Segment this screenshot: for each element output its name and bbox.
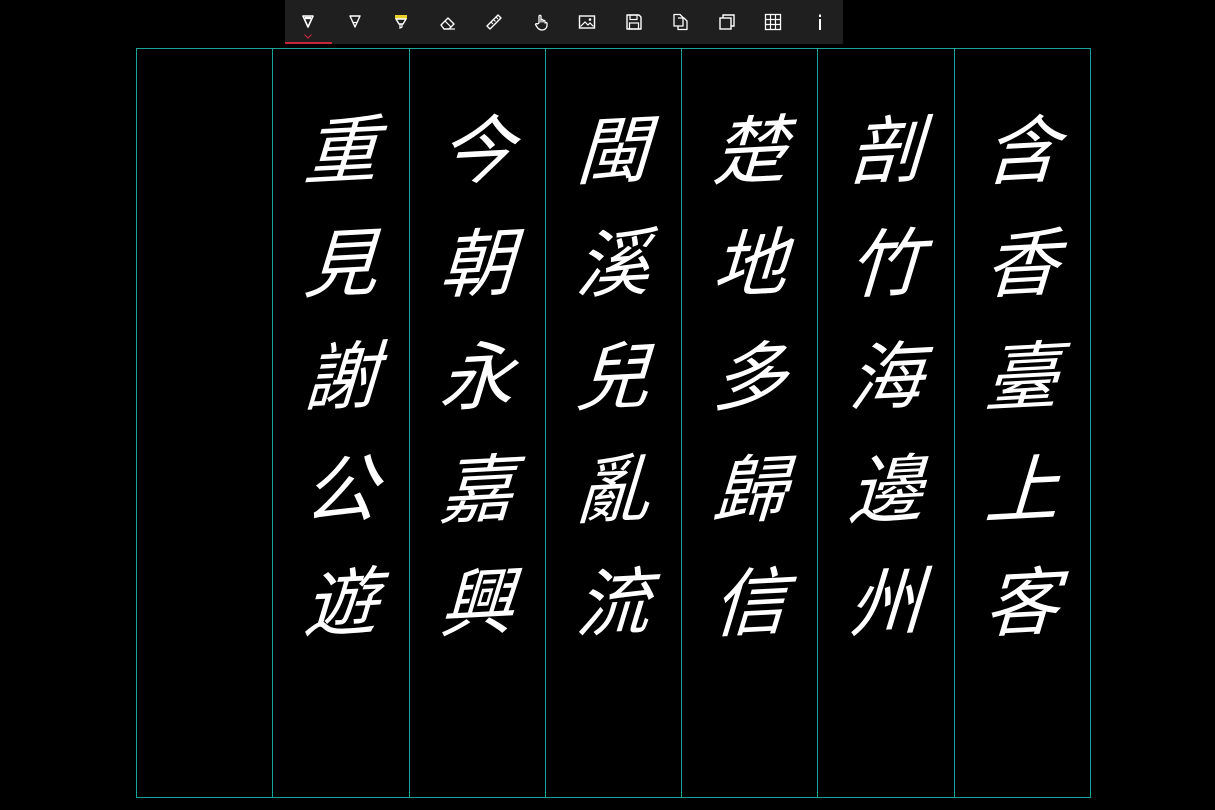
calligraphy-character: 謝 bbox=[301, 333, 381, 423]
paper-column: 今 朝 永 嘉 興 bbox=[408, 49, 545, 797]
calligraphy-character: 遊 bbox=[301, 559, 381, 649]
pen-icon bbox=[298, 12, 318, 32]
calligraphy-character: 客 bbox=[982, 559, 1062, 649]
calligraphy-character: 流 bbox=[574, 559, 653, 649]
paper-column: 楚 地 多 歸 信 bbox=[681, 49, 817, 797]
info-icon bbox=[810, 12, 830, 32]
calligraphy-character: 竹 bbox=[846, 220, 926, 310]
calligraphy-character: 嘉 bbox=[437, 446, 517, 536]
info-tool-button[interactable] bbox=[797, 0, 844, 44]
calligraphy-character: 歸 bbox=[710, 446, 790, 536]
calligraphy-character: 楚 bbox=[710, 107, 790, 197]
grid-tool-button[interactable] bbox=[750, 0, 797, 44]
calligraphy-character: 公 bbox=[301, 446, 381, 536]
copy-tool-button[interactable] bbox=[657, 0, 704, 44]
touch-writing-tool-button[interactable] bbox=[518, 0, 565, 44]
paper-column: 閩 溪 兒 亂 流 bbox=[544, 49, 681, 797]
calligraphy-character: 見 bbox=[301, 220, 381, 310]
duplicate-tool-button[interactable] bbox=[704, 0, 751, 44]
save-tool-button[interactable] bbox=[611, 0, 658, 44]
calligraphy-character: 海 bbox=[846, 333, 926, 423]
calligraphy-character: 上 bbox=[982, 446, 1062, 536]
calligraphy-character: 重 bbox=[301, 107, 381, 197]
calligraphy-character: 信 bbox=[710, 559, 790, 649]
calligraphy-character: 含 bbox=[982, 107, 1062, 197]
eraser-tool-button[interactable] bbox=[425, 0, 472, 44]
ruler-icon bbox=[484, 12, 504, 32]
paper-column bbox=[137, 49, 272, 797]
paper-column: 重 見 謝 公 遊 bbox=[272, 49, 408, 797]
eraser-icon bbox=[438, 12, 458, 32]
calligraphy-character: 剖 bbox=[846, 107, 926, 197]
calligraphy-character: 州 bbox=[846, 559, 926, 649]
calligraphy-character: 興 bbox=[437, 559, 517, 649]
calligraphy-character: 香 bbox=[982, 220, 1062, 310]
paper-column: 剖 竹 海 邊 州 bbox=[817, 49, 953, 797]
calligraphy-character: 地 bbox=[710, 220, 790, 310]
chevron-down-icon[interactable] bbox=[304, 34, 313, 39]
pen-tool-button[interactable] bbox=[285, 0, 332, 44]
copy-icon bbox=[670, 12, 690, 32]
calligraphy-character: 今 bbox=[437, 107, 517, 197]
hand-pointer-icon bbox=[531, 12, 551, 32]
calligraphy-character: 兒 bbox=[574, 333, 653, 423]
pencil-icon bbox=[345, 12, 365, 32]
pencil-tool-button[interactable] bbox=[332, 0, 379, 44]
calligraphy-character: 朝 bbox=[437, 220, 517, 310]
calligraphy-character: 多 bbox=[710, 333, 790, 423]
calligraphy-character: 閩 bbox=[574, 107, 653, 197]
writing-paper[interactable]: 重 見 謝 公 遊 今 朝 永 嘉 興 閩 溪 兒 亂 流 楚 地 多 歸 信 … bbox=[136, 48, 1091, 798]
calligraphy-character: 臺 bbox=[982, 333, 1062, 423]
duplicate-icon bbox=[717, 12, 737, 32]
insert-image-tool-button[interactable] bbox=[564, 0, 611, 44]
ruler-tool-button[interactable] bbox=[471, 0, 518, 44]
highlighter-icon bbox=[391, 12, 411, 32]
paper-column: 含 香 臺 上 客 bbox=[953, 49, 1090, 797]
calligraphy-character: 亂 bbox=[574, 446, 653, 536]
image-icon bbox=[577, 12, 597, 32]
calligraphy-character: 溪 bbox=[574, 220, 653, 310]
grid-icon bbox=[763, 12, 783, 32]
calligraphy-character: 永 bbox=[437, 333, 517, 423]
save-icon bbox=[624, 12, 644, 32]
calligraphy-character: 邊 bbox=[846, 446, 926, 536]
toolbar bbox=[285, 0, 843, 44]
highlighter-tool-button[interactable] bbox=[378, 0, 425, 44]
